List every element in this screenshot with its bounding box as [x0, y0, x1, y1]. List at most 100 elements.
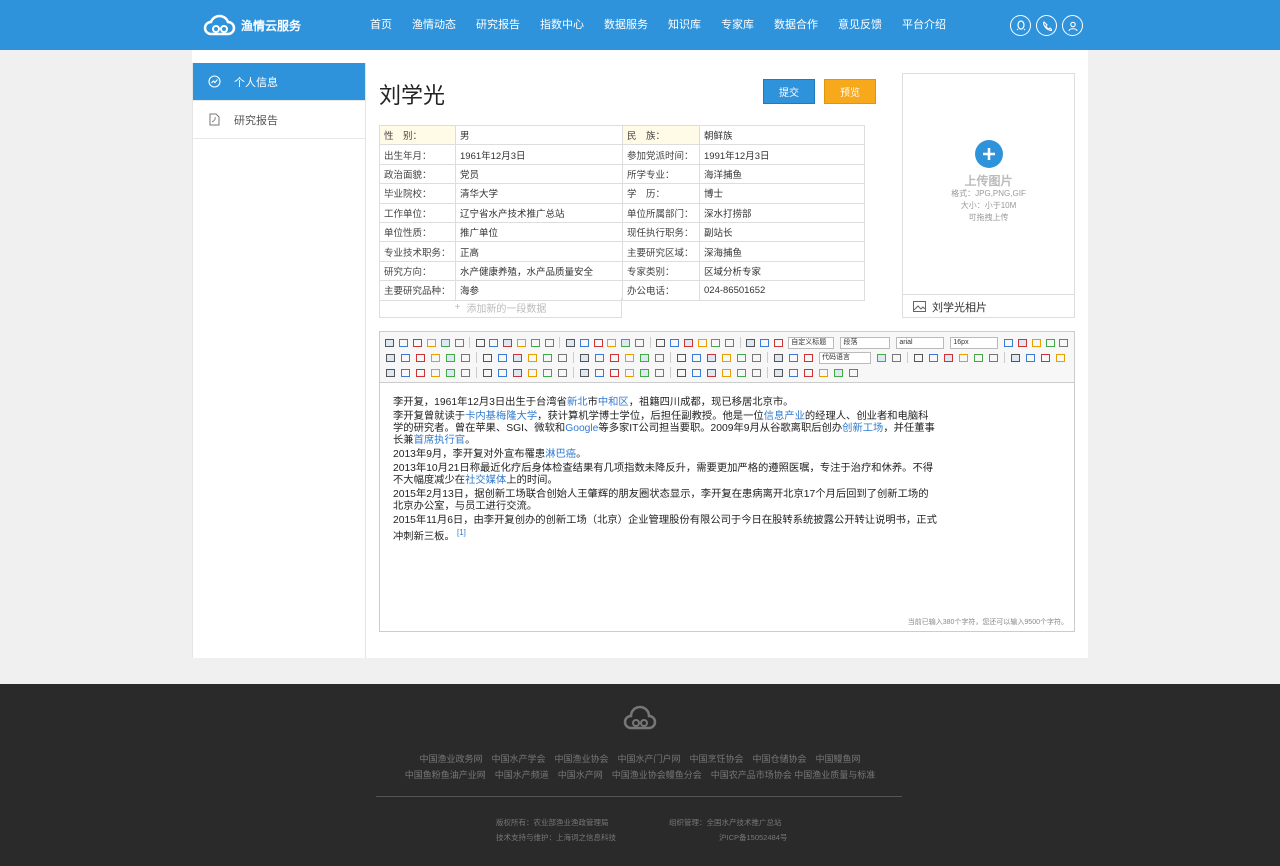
phone-icon[interactable] [1036, 15, 1057, 36]
toolbar-button-icon[interactable] [772, 352, 785, 363]
field-value[interactable]: 1961年12月3日 [455, 144, 623, 165]
toolbar-button-icon[interactable] [440, 337, 452, 348]
editor-link[interactable]: 卡内基梅隆大学 [465, 411, 537, 422]
toolbar-button-icon[interactable] [384, 352, 397, 363]
editor-link[interactable]: 社交媒体 [465, 475, 506, 486]
editor-select[interactable]: 段落 [840, 336, 891, 349]
field-value[interactable]: 男 [455, 124, 623, 146]
toolbar-button-icon[interactable] [772, 337, 784, 348]
toolbar-button-icon[interactable] [817, 367, 830, 378]
field-value[interactable]: 水产健康养殖，水产品质量安全 [455, 260, 623, 282]
toolbar-button-icon[interactable] [1058, 337, 1070, 348]
editor-link[interactable]: 中和区 [598, 397, 629, 408]
toolbar-button-icon[interactable] [474, 337, 486, 348]
toolbar-button-icon[interactable] [1024, 352, 1037, 363]
toolbar-button-icon[interactable] [675, 367, 688, 378]
toolbar-button-icon[interactable] [654, 337, 666, 348]
editor-select[interactable]: 代码语言 [819, 351, 871, 364]
field-value[interactable]: 深水打捞部 [699, 202, 865, 223]
editor-link[interactable]: 首席执行官 [414, 435, 465, 446]
toolbar-button-icon[interactable] [526, 367, 539, 378]
editor-select[interactable]: arial [896, 336, 945, 349]
toolbar-button-icon[interactable] [705, 352, 718, 363]
toolbar-button-icon[interactable] [690, 352, 703, 363]
field-value[interactable]: 海洋捕鱼 [699, 163, 865, 185]
footer-links-row1[interactable]: 中国渔业政务网 中国水产学会 中国渔业协会 中国水产门户网 中国烹饪协会 中国仓… [0, 752, 1280, 765]
nav-item-reports[interactable]: 研究报告 [466, 0, 530, 50]
user-icon[interactable] [1062, 15, 1083, 36]
toolbar-button-icon[interactable] [556, 367, 569, 378]
toolbar-button-icon[interactable] [668, 337, 680, 348]
toolbar-button-icon[interactable] [735, 367, 748, 378]
toolbar-button-icon[interactable] [459, 367, 472, 378]
toolbar-button-icon[interactable] [1009, 352, 1022, 363]
toolbar-button-icon[interactable] [1030, 337, 1042, 348]
toolbar-button-icon[interactable] [750, 367, 763, 378]
toolbar-button-icon[interactable] [957, 352, 970, 363]
toolbar-button-icon[interactable] [802, 352, 815, 363]
editor-paragraph[interactable]: 2013年10月21日称最近化疗后身体检查结果有几项指数未降反升，需要更加严格的… [393, 463, 937, 487]
toolbar-button-icon[interactable] [759, 337, 771, 348]
toolbar-button-icon[interactable] [578, 352, 591, 363]
toolbar-button-icon[interactable] [399, 367, 412, 378]
toolbar-button-icon[interactable] [502, 337, 514, 348]
toolbar-button-icon[interactable] [578, 367, 591, 378]
field-value[interactable]: 党员 [455, 163, 623, 185]
toolbar-button-icon[interactable] [1016, 337, 1028, 348]
nav-item-about[interactable]: 平台介绍 [892, 0, 956, 50]
toolbar-button-icon[interactable] [414, 367, 427, 378]
nav-item-index[interactable]: 指数中心 [530, 0, 594, 50]
toolbar-button-icon[interactable] [384, 367, 397, 378]
toolbar-button-icon[interactable] [696, 337, 708, 348]
editor-paragraph[interactable]: 2015年11月6日，由李开复创办的创新工场（北京）企业管理股份有限公司于今日在… [393, 515, 937, 543]
field-value[interactable]: 区域分析专家 [699, 260, 865, 282]
toolbar-button-icon[interactable] [541, 352, 554, 363]
nav-item-home[interactable]: 首页 [360, 0, 402, 50]
toolbar-button-icon[interactable] [606, 337, 618, 348]
toolbar-button-icon[interactable] [444, 367, 457, 378]
toolbar-button-icon[interactable] [638, 352, 651, 363]
field-value[interactable]: 正高 [455, 241, 623, 262]
toolbar-button-icon[interactable] [398, 337, 410, 348]
field-value[interactable]: 1991年12月3日 [699, 144, 865, 165]
toolbar-button-icon[interactable] [426, 337, 438, 348]
toolbar-button-icon[interactable] [623, 352, 636, 363]
footer-links-row2[interactable]: 中国鱼粉鱼油产业网 中国水产频道 中国水产网 中国渔业协会鳗鱼分会 中国农产品市… [0, 768, 1280, 781]
toolbar-button-icon[interactable] [414, 352, 427, 363]
toolbar-button-icon[interactable] [444, 352, 457, 363]
toolbar-button-icon[interactable] [496, 352, 509, 363]
qq-icon[interactable] [1010, 15, 1031, 36]
toolbar-button-icon[interactable] [556, 352, 569, 363]
toolbar-button-icon[interactable] [927, 352, 940, 363]
toolbar-button-icon[interactable] [787, 367, 800, 378]
toolbar-button-icon[interactable] [745, 337, 757, 348]
toolbar-button-icon[interactable] [847, 367, 860, 378]
toolbar-button-icon[interactable] [481, 352, 494, 363]
toolbar-button-icon[interactable] [832, 367, 845, 378]
nav-item-cooperation[interactable]: 数据合作 [764, 0, 828, 50]
toolbar-button-icon[interactable] [511, 367, 524, 378]
editor-paragraph[interactable]: 李开复，1961年12月3日出生于台湾省新北市中和区，祖籍四川成都，现已移居北京… [393, 397, 937, 409]
submit-button[interactable]: 提交 [763, 79, 815, 104]
toolbar-button-icon[interactable] [787, 352, 800, 363]
toolbar-button-icon[interactable] [623, 367, 636, 378]
toolbar-button-icon[interactable] [802, 367, 815, 378]
toolbar-button-icon[interactable] [875, 352, 888, 363]
field-value[interactable]: 副站长 [699, 221, 865, 243]
toolbar-button-icon[interactable] [459, 352, 472, 363]
field-value[interactable]: 博士 [699, 183, 865, 204]
toolbar-button-icon[interactable] [429, 352, 442, 363]
toolbar-button-icon[interactable] [578, 337, 590, 348]
toolbar-button-icon[interactable] [1054, 352, 1067, 363]
upload-plus-icon[interactable] [975, 140, 1003, 168]
field-value[interactable]: 推广单位 [455, 221, 623, 243]
editor-select[interactable]: 自定义标题 [788, 336, 835, 349]
editor-select[interactable]: 16px [950, 336, 999, 349]
toolbar-button-icon[interactable] [972, 352, 985, 363]
toolbar-button-icon[interactable] [384, 337, 396, 348]
editor-link[interactable]: 淋巴癌 [545, 449, 576, 460]
toolbar-button-icon[interactable] [620, 337, 632, 348]
editor-link[interactable]: 新北 [567, 397, 588, 408]
field-value[interactable]: 朝鲜族 [699, 124, 865, 146]
preview-button[interactable]: 预览 [824, 79, 876, 104]
